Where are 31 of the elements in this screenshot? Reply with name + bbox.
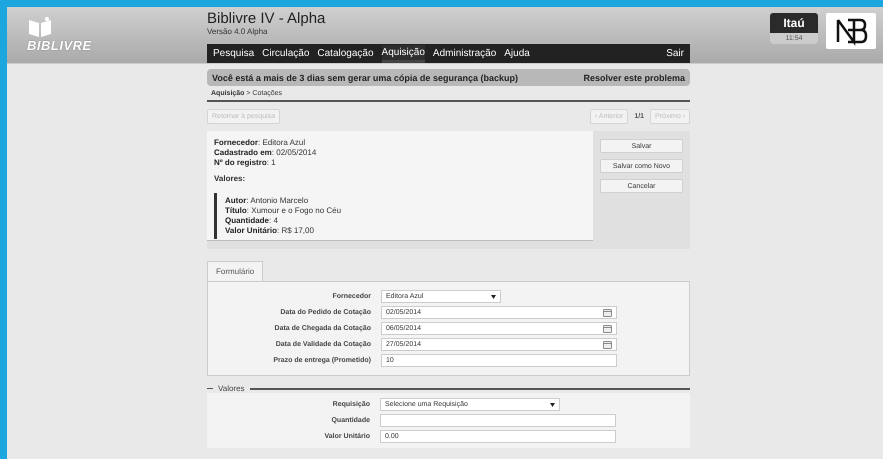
value-field: Valor Unitário: R$ 17,00	[225, 226, 586, 236]
value-field: Quantidade: 4	[225, 216, 586, 226]
resolve-link[interactable]: Resolver este problema	[583, 72, 685, 82]
record-field: Nº do registro: 1	[214, 158, 586, 168]
menu-item[interactable]: Catalogação	[317, 46, 374, 61]
values-heading: Valores:	[214, 174, 246, 183]
menu-item[interactable]: Aquisição	[382, 44, 425, 62]
caret-icon	[491, 294, 496, 298]
library-name: Itaú	[783, 15, 805, 32]
logo-text: BIBLIVRE	[27, 38, 92, 53]
book-logo-icon	[27, 16, 53, 38]
app-title: Biblivre IV - Alpha	[207, 9, 326, 27]
menu-item[interactable]: Pesquisa	[213, 46, 254, 61]
calendar-icon[interactable]	[603, 324, 612, 332]
record-field: Cadastrado em: 02/05/2014	[214, 148, 586, 158]
monogram-icon	[834, 16, 868, 46]
menu-item[interactable]: Administração	[432, 46, 496, 61]
calendar-icon[interactable]	[603, 308, 612, 316]
value-field: Autor: Antonio Marcelo	[225, 196, 586, 206]
input-field[interactable]	[380, 414, 616, 427]
record-field: Fornecedor: Editora Azul	[214, 138, 586, 148]
warning-message: Você está a mais de 3 dias sem gerar uma cópia de segurança (backup)	[212, 72, 518, 82]
value-field: Título: Xumour e o Fogo no Céu	[225, 206, 586, 216]
menu-item[interactable]: Ajuda	[504, 46, 530, 61]
menu-item[interactable]: Circulação	[262, 46, 310, 61]
section-legend: Valores	[218, 384, 245, 393]
calendar-icon[interactable]	[603, 340, 612, 348]
logout-link[interactable]: Sair	[666, 48, 684, 59]
caret-icon	[550, 402, 555, 406]
version-text: Versão 4.0 Alpha	[207, 27, 268, 36]
form-tab[interactable]: Formulário	[207, 261, 264, 281]
